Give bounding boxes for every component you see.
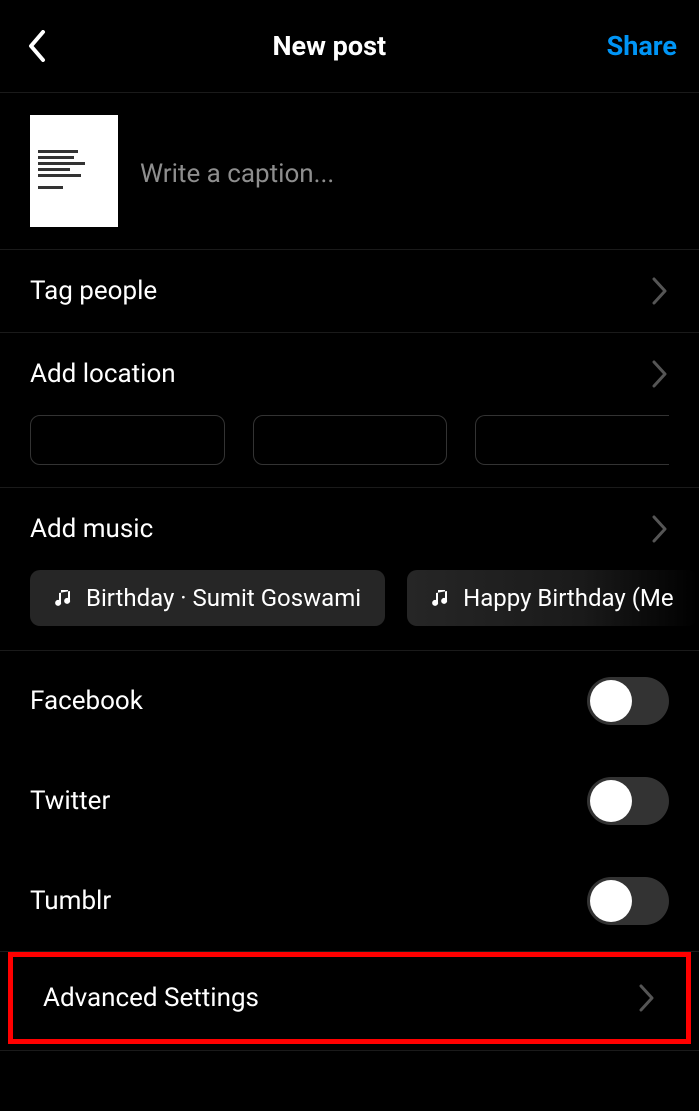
back-button[interactable] xyxy=(22,31,52,61)
caption-section xyxy=(0,93,699,250)
share-facebook-row: Facebook xyxy=(0,651,699,751)
location-chip[interactable] xyxy=(475,415,669,465)
share-targets: Facebook Twitter Tumblr xyxy=(0,651,699,952)
chevron-right-icon xyxy=(651,360,669,388)
facebook-label: Facebook xyxy=(30,686,143,716)
chevron-right-icon xyxy=(651,277,669,305)
share-twitter-row: Twitter xyxy=(0,751,699,851)
location-suggestions xyxy=(0,415,699,488)
toggle-knob xyxy=(590,880,632,922)
location-chip[interactable] xyxy=(253,415,448,465)
location-chip[interactable] xyxy=(30,415,225,465)
add-music-label: Add music xyxy=(30,514,153,544)
share-tumblr-row: Tumblr xyxy=(0,851,699,952)
music-chip-label: Happy Birthday (Me xyxy=(463,584,674,612)
music-chip[interactable]: Happy Birthday (Me xyxy=(407,570,698,626)
tumblr-label: Tumblr xyxy=(30,886,111,916)
share-button[interactable]: Share xyxy=(607,30,677,62)
tag-people-label: Tag people xyxy=(30,276,157,306)
add-location-label: Add location xyxy=(30,359,176,389)
post-thumbnail[interactable] xyxy=(30,115,118,227)
toggle-knob xyxy=(590,780,632,822)
chevron-right-icon xyxy=(638,984,656,1012)
music-section: Add music Birthday · Sumit Goswami Happy… xyxy=(0,488,699,651)
header: New post Share xyxy=(0,0,699,93)
music-chip[interactable]: Birthday · Sumit Goswami xyxy=(30,570,385,626)
tag-people-row[interactable]: Tag people xyxy=(0,250,699,333)
twitter-toggle[interactable] xyxy=(587,777,669,825)
music-suggestions: Birthday · Sumit Goswami Happy Birthday … xyxy=(0,570,699,626)
facebook-toggle[interactable] xyxy=(587,677,669,725)
tumblr-toggle[interactable] xyxy=(587,877,669,925)
toggle-knob xyxy=(590,680,632,722)
music-chip-label: Birthday · Sumit Goswami xyxy=(86,584,361,612)
chevron-right-icon xyxy=(651,515,669,543)
back-chevron-icon xyxy=(27,30,47,62)
music-note-icon xyxy=(431,588,451,608)
music-note-icon xyxy=(54,588,74,608)
advanced-settings-row[interactable]: Advanced Settings xyxy=(8,952,691,1044)
page-title: New post xyxy=(272,30,386,62)
twitter-label: Twitter xyxy=(30,786,110,816)
advanced-settings-label: Advanced Settings xyxy=(43,983,259,1013)
bottom-spacer xyxy=(0,1051,699,1111)
caption-input[interactable] xyxy=(140,115,669,227)
add-location-row[interactable]: Add location xyxy=(0,333,699,415)
add-music-row[interactable]: Add music xyxy=(0,488,699,570)
